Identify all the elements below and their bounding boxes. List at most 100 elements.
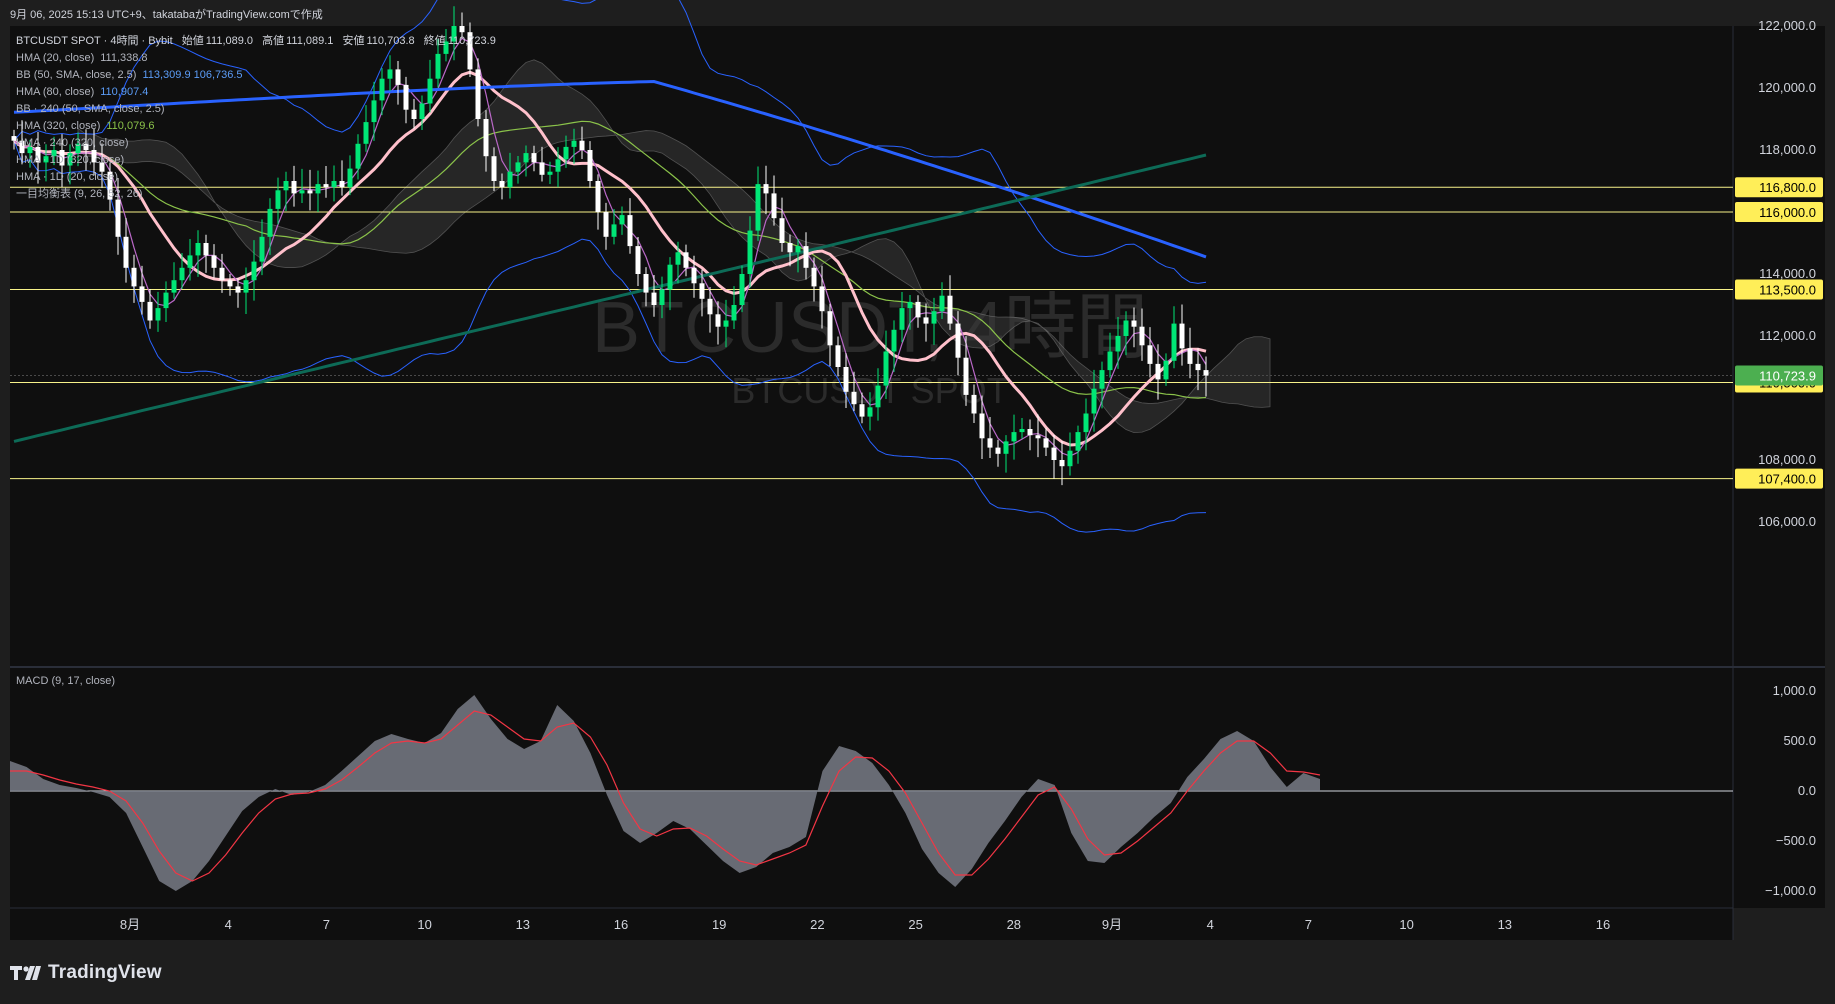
- legend-indicator-row[interactable]: HMA (80, close) 110,907.4: [16, 84, 496, 101]
- legend-close-label: 終値: [423, 35, 446, 47]
- legend-indicator-label: 一目均衡表 (9, 26, 52, 26): [16, 188, 143, 200]
- candle-body: [267, 208, 273, 237]
- candle-body: [947, 295, 953, 324]
- candle-body: [763, 184, 769, 194]
- price-axis[interactable]: [1733, 26, 1825, 666]
- candle-body: [747, 230, 753, 274]
- candle-body: [971, 394, 977, 414]
- macd-tick-label: 0.0: [1798, 783, 1816, 798]
- candle-body: [1123, 320, 1129, 336]
- candle-body: [115, 199, 121, 237]
- price-tick-label: 108,000.0: [1758, 452, 1816, 467]
- candle-body: [627, 215, 633, 247]
- price-tick-label: 106,000.0: [1758, 514, 1816, 529]
- legend-close: 110,723.9: [447, 35, 496, 47]
- legend-indicator-row[interactable]: HMA · 1D (20, close): [16, 169, 496, 186]
- legend-indicator-row[interactable]: HMA (320, close) 110,079.6: [16, 118, 496, 135]
- macd-legend-label: MACD (9, 17, close): [16, 675, 116, 687]
- candle-body: [227, 280, 233, 287]
- legend-high-label: 高値: [262, 35, 285, 47]
- legend-symbol-row[interactable]: BTCUSDT SPOT · 4時間 · Bybit 始値 111,089.0 高…: [16, 33, 496, 50]
- candle-body: [1099, 370, 1105, 389]
- time-tick-label: 13: [516, 917, 530, 932]
- legend-indicator-value: 110,079.6: [106, 120, 155, 132]
- macd-tick-label: −500.0: [1776, 833, 1816, 848]
- legend-indicator-value: 113,309.9 106,736.5: [142, 69, 243, 81]
- candle-body: [1075, 432, 1081, 451]
- time-tick-label: 13: [1498, 917, 1512, 932]
- legend-indicator-value: 111,338.8: [100, 52, 148, 64]
- legend-indicator-row[interactable]: HMA · 240 (320, close): [16, 135, 496, 152]
- legend-indicator-row[interactable]: BB (50, SMA, close, 2.5) 113,309.9 106,73…: [16, 67, 496, 84]
- legend-indicator-label: HMA · 240 (320, close): [16, 137, 129, 149]
- candle-body: [603, 212, 609, 237]
- footer: TradingView: [10, 962, 162, 984]
- candle-body: [499, 181, 505, 188]
- candle-body: [1059, 460, 1065, 467]
- legend-indicator-label: HMA · 1D (320, close): [16, 154, 125, 166]
- candle-body: [643, 274, 649, 293]
- time-tick-label: 4: [225, 917, 232, 932]
- candle-body: [155, 308, 161, 321]
- candle-body: [955, 323, 961, 358]
- candle-body: [579, 140, 585, 150]
- price-tick-label: 120,000.0: [1758, 80, 1816, 95]
- time-tick-label: 4: [1207, 917, 1214, 932]
- candle-body: [523, 153, 529, 163]
- legend-indicator-row[interactable]: HMA · 1D (320, close): [16, 152, 496, 169]
- candle-body: [571, 140, 577, 147]
- candle-body: [555, 159, 561, 172]
- legend-indicator-row[interactable]: 一目均衡表 (9, 26, 52, 26): [16, 186, 496, 203]
- candle-body: [843, 367, 849, 392]
- candle-body: [795, 246, 801, 253]
- macd-tick-label: 500.0: [1783, 733, 1816, 748]
- candle-body: [819, 286, 825, 312]
- candle-body: [539, 162, 545, 175]
- time-tick-label: 7: [1305, 917, 1312, 932]
- candle-body: [459, 26, 465, 33]
- candle-body: [219, 267, 225, 281]
- candle-body: [875, 385, 881, 408]
- legend-indicator-row[interactable]: BB · 240 (50, SMA, close, 2.5): [16, 101, 496, 118]
- candle-body: [259, 236, 265, 262]
- candle-body: [1163, 360, 1169, 380]
- candle-body: [563, 146, 569, 160]
- candle-body: [531, 153, 537, 163]
- candle-body: [779, 218, 785, 243]
- price-tick-label: 122,000.0: [1758, 18, 1816, 33]
- macd-legend[interactable]: MACD (9, 17, close): [16, 675, 115, 687]
- time-tick-label: 9月: [1102, 917, 1122, 932]
- candle-body: [171, 280, 177, 293]
- legend-low: 110,703.8: [366, 35, 415, 47]
- time-axis[interactable]: [10, 908, 1733, 940]
- candle-body: [699, 283, 705, 299]
- candle-body: [1195, 363, 1201, 371]
- candle-body: [707, 298, 713, 315]
- candle-body: [123, 236, 129, 268]
- candle-body: [739, 274, 745, 305]
- candle-body: [683, 252, 689, 268]
- candle-body: [1187, 348, 1193, 364]
- candle-body: [787, 243, 793, 253]
- candle-body: [1179, 323, 1185, 349]
- candle-body: [163, 292, 169, 309]
- candle-body: [1083, 413, 1089, 433]
- candle-body: [651, 292, 657, 305]
- price-level-label: 116,000.0: [1759, 205, 1816, 220]
- candle-body: [251, 261, 257, 281]
- candle-body: [675, 252, 681, 265]
- time-tick-label: 25: [908, 917, 922, 932]
- time-tick-label: 16: [1596, 917, 1610, 932]
- legend-low-label: 安値: [342, 35, 365, 47]
- candle-body: [1107, 351, 1113, 371]
- candle-body: [899, 308, 905, 330]
- price-level-label: 113,500.0: [1759, 283, 1816, 298]
- candle-body: [507, 171, 513, 188]
- candle-body: [995, 447, 1001, 454]
- time-tick-label: 16: [614, 917, 628, 932]
- candle-body: [939, 295, 945, 312]
- candle-body: [587, 150, 593, 181]
- candle-body: [1019, 429, 1025, 433]
- candle-body: [139, 286, 145, 302]
- legend-indicator-row[interactable]: HMA (20, close) 111,338.8: [16, 50, 496, 67]
